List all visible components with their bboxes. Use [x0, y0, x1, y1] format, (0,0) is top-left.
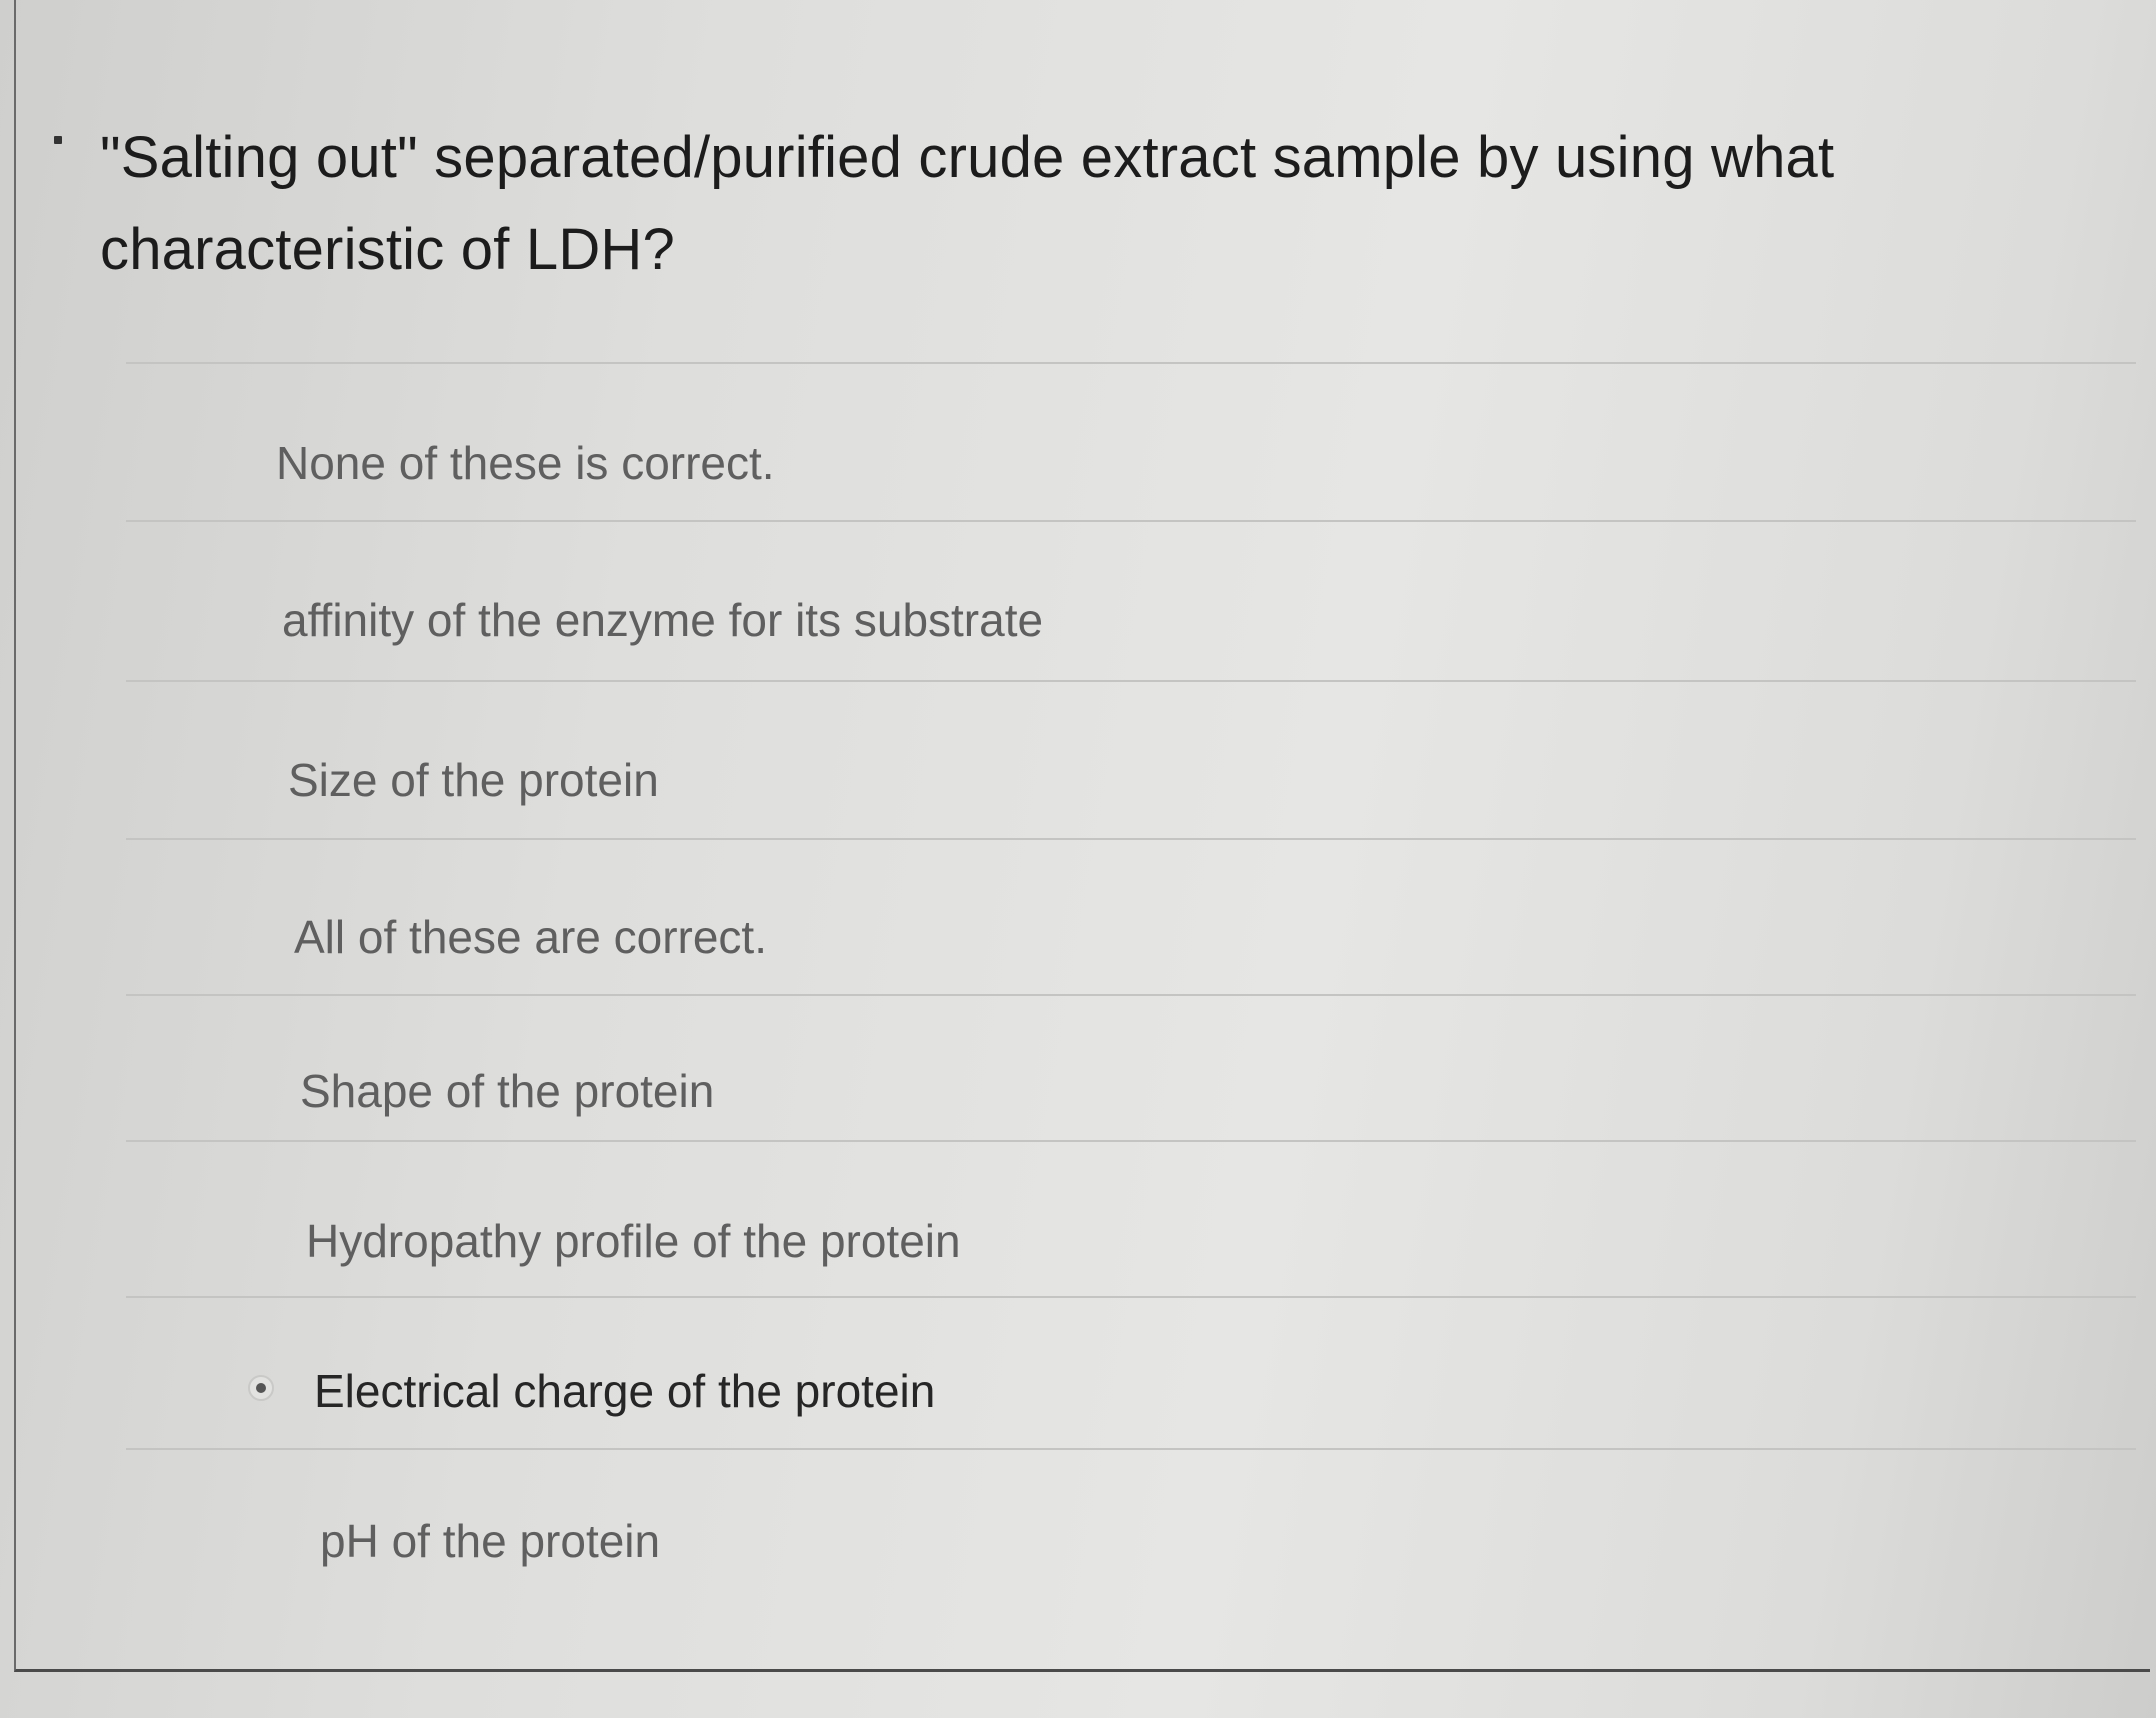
answer-option-shape[interactable]: Shape of the protein — [300, 1016, 714, 1166]
answer-option-label: Hydropathy profile of the protein — [306, 1215, 961, 1267]
divider — [126, 1448, 2136, 1450]
answer-option-electrical-charge[interactable]: Electrical charge of the protein — [314, 1316, 935, 1466]
answer-option-all-correct[interactable]: All of these are correct. — [294, 862, 767, 1012]
divider — [126, 994, 2136, 996]
divider — [126, 362, 2136, 364]
divider — [126, 1296, 2136, 1298]
answer-option-label: Size of the protein — [288, 754, 659, 806]
answer-option-size[interactable]: Size of the protein — [288, 705, 659, 855]
answer-option-none-correct[interactable]: None of these is correct. — [276, 388, 775, 538]
divider — [126, 520, 2136, 522]
answer-option-label: None of these is correct. — [276, 437, 775, 489]
divider — [126, 838, 2136, 840]
question-bullet-icon — [54, 136, 62, 144]
answer-option-label: All of these are correct. — [294, 911, 767, 963]
answer-option-hydropathy[interactable]: Hydropathy profile of the protein — [306, 1166, 961, 1316]
answer-option-label: Shape of the protein — [300, 1065, 715, 1117]
answer-option-ph[interactable]: pH of the protein — [320, 1466, 660, 1616]
divider — [126, 680, 2136, 682]
answer-option-label: affinity of the enzyme for its substrate — [282, 594, 1044, 646]
divider — [126, 1140, 2136, 1142]
radio-selected-icon[interactable] — [248, 1375, 274, 1401]
question-card: "Salting out" separated/purified crude e… — [14, 0, 2150, 1672]
quiz-screen: "Salting out" separated/purified crude e… — [0, 0, 2156, 1718]
answer-option-label: Electrical charge of the protein — [314, 1365, 936, 1417]
question-text: "Salting out" separated/purified crude e… — [100, 125, 1835, 282]
answer-option-label: pH of the protein — [320, 1515, 661, 1567]
answer-option-affinity[interactable]: affinity of the enzyme for its substrate — [282, 545, 1043, 695]
